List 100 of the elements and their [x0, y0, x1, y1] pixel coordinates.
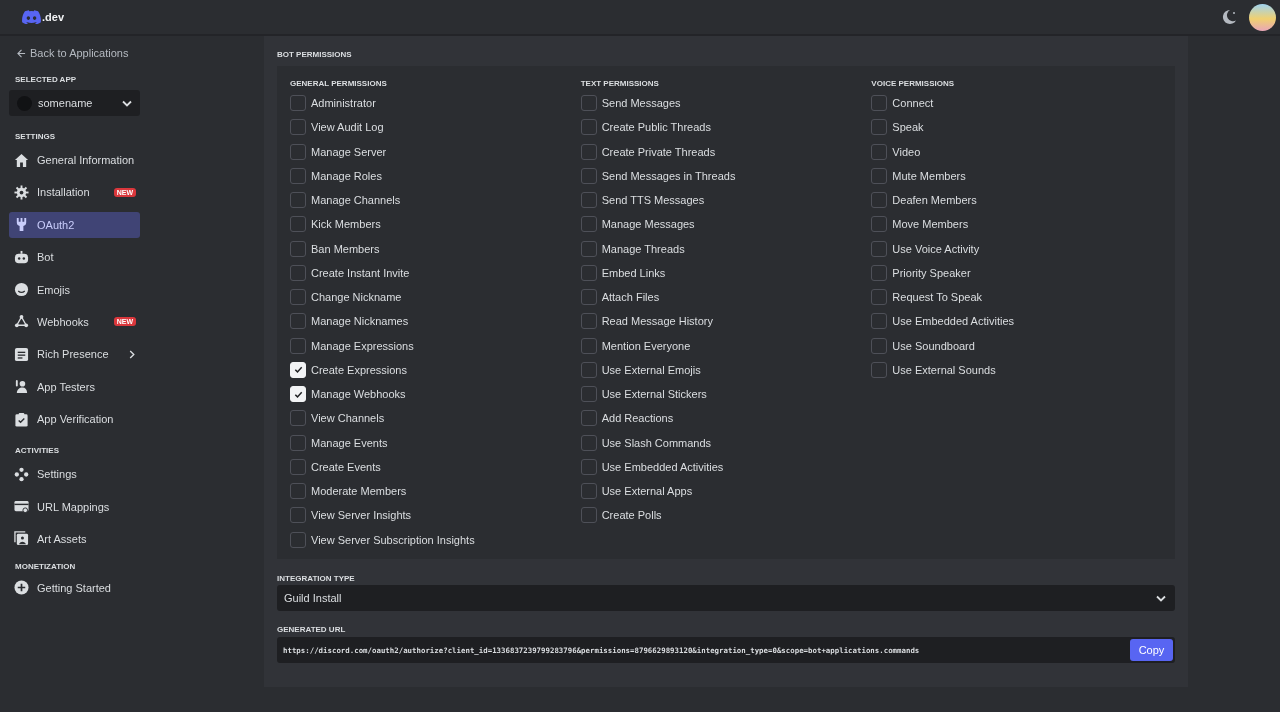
checkbox[interactable]: [290, 143, 306, 160]
nav-item[interactable]: Emojis: [9, 276, 140, 303]
section-heading: BOT PERMISSIONS: [277, 50, 353, 60]
checkbox[interactable]: [871, 361, 888, 378]
nav-item[interactable]: Settings: [9, 461, 140, 488]
app-dropdown[interactable]: somename: [9, 90, 140, 116]
card-icon: [14, 499, 29, 514]
permission-label: Speak: [892, 121, 924, 134]
integration-type-dropdown[interactable]: Guild Install: [277, 585, 1175, 611]
nav-item[interactable]: Getting Started: [9, 574, 140, 601]
group-heading: VOICE PERMISSIONS: [871, 79, 956, 89]
checkbox[interactable]: [580, 434, 597, 451]
section-heading: SELECTED APP: [14, 75, 78, 84]
checkbox[interactable]: [580, 240, 597, 257]
nav-item[interactable]: General Information: [9, 147, 140, 173]
dots-icon: [14, 466, 29, 482]
checkbox[interactable]: [580, 386, 597, 403]
checkbox[interactable]: [871, 289, 888, 306]
checkbox[interactable]: [871, 143, 888, 160]
permission-label: Create Expressions: [311, 363, 407, 376]
checkbox[interactable]: [290, 216, 306, 233]
checkmark-icon: [292, 364, 304, 376]
logo-text: .dev: [42, 11, 64, 23]
checkbox[interactable]: [871, 216, 888, 233]
permission-label: Use Slash Commands: [601, 436, 712, 449]
checkbox[interactable]: [871, 167, 888, 184]
group-heading: TEXT PERMISSIONS: [580, 79, 660, 89]
permission-label: Use Voice Activity: [892, 242, 980, 255]
checkbox[interactable]: [580, 192, 597, 209]
checkbox[interactable]: [580, 361, 597, 378]
nav-item[interactable]: Art Assets: [9, 525, 140, 552]
permission-label: Use Embedded Activities: [601, 460, 724, 473]
checkbox[interactable]: [580, 143, 597, 160]
checkbox[interactable]: [871, 337, 888, 354]
permission-label: View Audit Log: [311, 121, 384, 134]
checkbox[interactable]: [580, 216, 597, 233]
checkbox[interactable]: [580, 313, 597, 330]
permission-label: Manage Nicknames: [311, 315, 409, 328]
permission-label: Priority Speaker: [892, 266, 971, 279]
nav-item[interactable]: App Testers: [9, 373, 140, 400]
wrench-icon: [14, 217, 29, 233]
checkbox[interactable]: [290, 313, 306, 330]
permission-label: Move Members: [892, 218, 969, 231]
checkbox[interactable]: [290, 410, 306, 427]
checkbox[interactable]: [580, 167, 597, 184]
checkbox[interactable]: [290, 192, 306, 209]
permission-label: Create Instant Invite: [311, 266, 410, 279]
permission-label: Manage Messages: [601, 218, 695, 231]
avatar-image[interactable]: [1249, 3, 1276, 31]
permission-label: Embed Links: [601, 266, 666, 279]
checkbox[interactable]: [290, 483, 306, 500]
checkbox[interactable]: [580, 289, 597, 306]
checkbox[interactable]: [290, 167, 306, 184]
permission-label: Use External Stickers: [601, 388, 707, 401]
checkbox[interactable]: [871, 313, 888, 330]
checkbox[interactable]: [290, 458, 306, 475]
permission-label: Mention Everyone: [601, 339, 691, 352]
webhook-icon: [14, 314, 29, 330]
home-icon: [14, 152, 29, 168]
checkbox[interactable]: [290, 337, 306, 354]
checkbox[interactable]: [580, 483, 597, 500]
permission-label: Connect: [892, 97, 934, 110]
permission-label: View Server Insights: [311, 509, 412, 522]
checkbox[interactable]: [580, 337, 597, 354]
back-link-text[interactable]: Back to Applications: [30, 47, 129, 59]
permission-label: Deafen Members: [892, 194, 977, 207]
checkbox[interactable]: [580, 95, 597, 112]
nav-item[interactable]: Bot: [9, 244, 140, 271]
nav-item[interactable]: Rich Presence: [9, 341, 140, 368]
checkbox[interactable]: [580, 119, 597, 136]
checkbox[interactable]: [580, 410, 597, 427]
checkbox[interactable]: [290, 240, 306, 257]
checkbox[interactable]: [871, 192, 888, 209]
checkbox[interactable]: [290, 531, 306, 548]
copy-button[interactable]: Copy: [1130, 639, 1173, 661]
nav-item[interactable]: OAuth2: [9, 211, 140, 238]
back-link[interactable]: Back to Applications: [9, 44, 129, 60]
nav-item[interactable]: App Verification: [9, 406, 140, 433]
checkbox[interactable]: [871, 240, 888, 257]
nav-item[interactable]: URL Mappings: [9, 493, 140, 520]
permission-label: Moderate Members: [311, 485, 407, 498]
checkbox[interactable]: [290, 434, 306, 451]
checkbox[interactable]: [580, 507, 597, 524]
checkbox[interactable]: [871, 95, 888, 112]
checkbox[interactable]: [871, 119, 888, 136]
checkbox[interactable]: [290, 119, 306, 136]
permission-label: Create Polls: [601, 509, 662, 522]
permission-label: Manage Expressions: [311, 339, 414, 352]
permission-label: Kick Members: [311, 218, 381, 231]
checkbox[interactable]: [290, 95, 306, 112]
checkbox[interactable]: [580, 458, 597, 475]
checkbox[interactable]: [580, 264, 597, 281]
permission-label: View Server Subscription Insights: [311, 533, 475, 546]
permission-label: Manage Roles: [311, 169, 382, 182]
section-heading: INTEGRATION TYPE: [277, 574, 356, 584]
checkbox[interactable]: [871, 264, 888, 281]
checkbox[interactable]: [290, 507, 306, 524]
moon-icon[interactable]: [1221, 9, 1237, 25]
checkbox[interactable]: [290, 264, 306, 281]
checkbox[interactable]: [290, 289, 306, 306]
